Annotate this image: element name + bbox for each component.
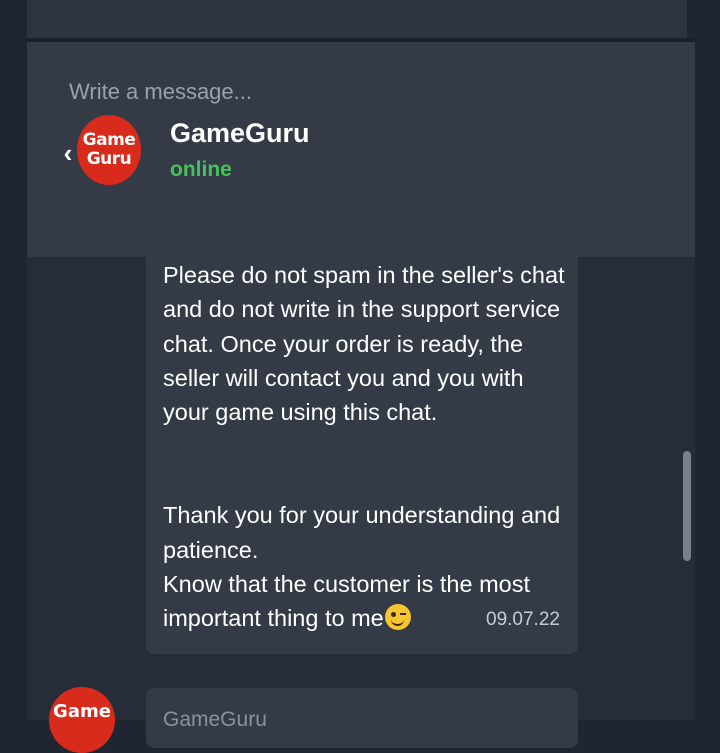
seller-status: online (170, 158, 232, 181)
avatar-logo-text-top: Game (82, 130, 136, 150)
back-chevron-icon[interactable]: ‹ (60, 138, 76, 168)
message-paragraph: Please do not spam in the seller's chat … (163, 262, 565, 426)
message-paragraph: Thank you for your understanding and pat… (163, 502, 561, 563)
message-bubble: GameGuru (146, 688, 578, 748)
avatar-logo-text-bottom: Guru (86, 149, 132, 169)
message-sender-name: GameGuru (163, 708, 267, 731)
message-input[interactable] (69, 72, 669, 112)
previous-panel-strip (27, 0, 687, 38)
message-timestamp: 09.07.22 (486, 609, 560, 630)
seller-name[interactable]: GameGuru (170, 118, 310, 149)
scrollbar-thumb[interactable] (683, 451, 691, 561)
sender-avatar[interactable]: Game (49, 687, 115, 753)
seller-avatar[interactable]: Game Guru (77, 115, 141, 185)
message-paragraph-text: Know that the customer is the most impor… (163, 571, 531, 632)
winking-face-icon (384, 604, 411, 631)
message-text: Please do not spam in the seller's chat … (163, 258, 568, 636)
avatar-logo-text: Game (53, 701, 111, 722)
